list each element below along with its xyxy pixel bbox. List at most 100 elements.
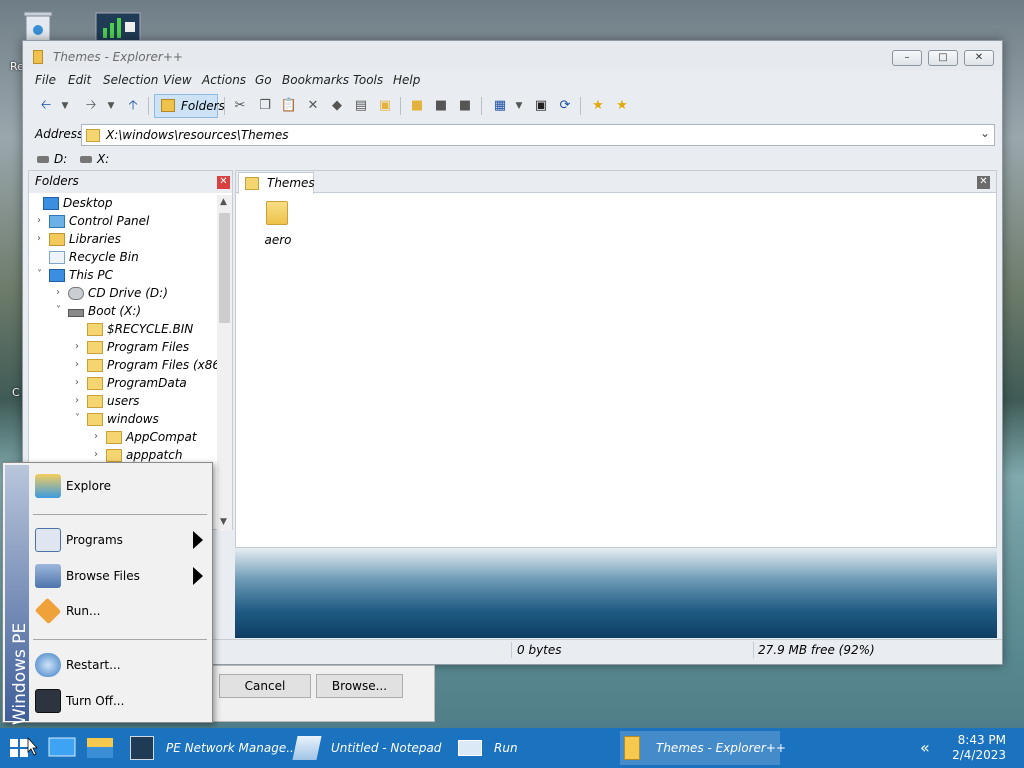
start-item-restart[interactable]: Restart... xyxy=(31,650,209,680)
quick-launch-explorer-icon[interactable] xyxy=(84,728,116,768)
tree-item-label: Program Files (x86) xyxy=(107,358,219,372)
delete-permanently-icon[interactable]: ◆ xyxy=(327,95,347,117)
folder-icon xyxy=(87,377,103,390)
folders-scrollbar[interactable]: ▲ ▼ xyxy=(217,195,232,531)
scroll-down-icon[interactable]: ▼ xyxy=(220,517,227,527)
cancel-button[interactable]: Cancel xyxy=(219,674,311,698)
tree-item-label: CD Drive (D:) xyxy=(88,286,168,300)
scrollbar-thumb[interactable] xyxy=(219,213,230,323)
chevron-right-icon[interactable]: › xyxy=(56,287,66,298)
chevron-right-icon[interactable]: › xyxy=(37,215,47,226)
drive-d-button[interactable]: D: xyxy=(54,152,67,166)
files-pane: Themes ✕ aero xyxy=(235,170,997,548)
forward-dropdown-icon[interactable]: ▼ xyxy=(105,95,117,117)
views-dropdown-icon[interactable]: ▼ xyxy=(513,95,525,117)
chevron-right-icon[interactable]: › xyxy=(37,233,47,244)
task-explorer[interactable]: Themes - Explorer++ xyxy=(620,731,786,765)
cut-icon[interactable]: ✂ xyxy=(230,95,250,117)
chevron-right-icon[interactable]: › xyxy=(94,431,104,442)
chevron-right-icon[interactable]: › xyxy=(75,395,85,406)
tree-item-label: AppCompat xyxy=(126,430,197,444)
menu-view[interactable]: View xyxy=(163,73,192,87)
menu-bookmarks[interactable]: Bookmarks xyxy=(282,73,349,87)
close-folders-pane-icon[interactable]: ✕ xyxy=(217,176,230,189)
drive-icon xyxy=(80,156,92,163)
task-run[interactable]: Run xyxy=(458,731,618,765)
new-folder-icon[interactable]: ■ xyxy=(407,95,427,117)
close-button[interactable]: ✕ xyxy=(964,50,994,66)
start-item-browse-files[interactable]: Browse Files xyxy=(31,561,209,591)
properties-icon[interactable]: ▤ xyxy=(351,95,371,117)
chevron-right-icon[interactable]: › xyxy=(75,359,85,370)
title-bar[interactable]: Themes - Explorer++ – □ ✕ xyxy=(23,41,1002,71)
tab-themes[interactable]: Themes xyxy=(238,172,315,194)
menu-help[interactable]: Help xyxy=(393,73,420,87)
chevron-down-icon[interactable]: ˅ xyxy=(37,269,47,280)
task-network-manager[interactable]: PE Network Manage... xyxy=(130,731,298,765)
start-item-turn-off[interactable]: Turn Off... xyxy=(31,686,209,716)
add-bookmark-icon[interactable]: ★ xyxy=(588,95,608,117)
run-dialog-icon xyxy=(458,740,482,756)
minimize-button[interactable]: – xyxy=(892,50,922,66)
network-manager-desktop-icon[interactable] xyxy=(95,12,141,42)
folders-toggle-button[interactable]: Folders xyxy=(154,94,225,118)
copy-icon[interactable]: ❐ xyxy=(255,95,275,117)
file-item-label: aero xyxy=(264,233,292,247)
file-item-aero[interactable]: aero xyxy=(256,201,300,251)
refresh-icon[interactable]: ⟳ xyxy=(555,95,575,117)
tray-overflow-icon[interactable]: « xyxy=(920,738,930,757)
start-item-explore[interactable]: Explore xyxy=(31,471,209,501)
toolbar-separator xyxy=(224,97,225,115)
menu-go[interactable]: Go xyxy=(255,73,272,87)
start-item-programs[interactable]: Programs xyxy=(31,525,209,555)
chevron-down-icon[interactable]: ˅ xyxy=(75,413,85,424)
paste-icon[interactable]: 📋 xyxy=(279,95,299,117)
start-menu-separator xyxy=(33,514,207,515)
menu-file[interactable]: File xyxy=(35,73,56,87)
browse-button[interactable]: Browse... xyxy=(316,674,403,698)
back-dropdown-icon[interactable]: ▼ xyxy=(59,95,71,117)
menu-edit[interactable]: Edit xyxy=(68,73,91,87)
delete-icon[interactable]: ✕ xyxy=(303,95,323,117)
task-label: Themes - Explorer++ xyxy=(656,741,786,755)
clock-time: 8:43 PM xyxy=(957,733,1006,747)
close-tab-icon[interactable]: ✕ xyxy=(977,176,990,189)
drives-bar: D: X: xyxy=(23,149,1002,169)
start-item-run[interactable]: Run... xyxy=(31,596,209,626)
task-label: Run xyxy=(494,741,518,755)
start-button[interactable] xyxy=(0,728,44,768)
menu-selection[interactable]: Selection xyxy=(103,73,158,87)
menu-tools[interactable]: Tools xyxy=(353,73,383,87)
restart-icon xyxy=(35,653,61,677)
tree-item-label: windows xyxy=(107,412,159,426)
status-separator xyxy=(511,642,512,658)
chevron-down-icon[interactable]: ˅ xyxy=(56,305,66,316)
recycle-bin-icon xyxy=(49,251,65,264)
views-icon[interactable]: ▦ xyxy=(490,95,510,117)
copy-to-folder-icon[interactable]: ▣ xyxy=(375,95,395,117)
scroll-up-icon[interactable]: ▲ xyxy=(220,197,227,207)
maximize-button[interactable]: □ xyxy=(928,50,958,66)
browse-files-icon xyxy=(35,564,61,588)
chevron-down-icon[interactable]: ⌄ xyxy=(980,126,990,140)
system-clock[interactable]: 8:43 PM 2/4/2023 xyxy=(952,733,1006,763)
address-bar: Address X:\windows\resources\Themes ⌄ xyxy=(23,122,1002,148)
quick-launch-desktop-icon[interactable] xyxy=(46,728,78,768)
back-arrow-icon[interactable]: 🡠 xyxy=(36,95,56,117)
chevron-right-icon[interactable]: › xyxy=(75,341,85,352)
task-notepad[interactable]: Untitled - Notepad xyxy=(292,731,455,765)
background-window-image xyxy=(235,548,997,638)
bookmarks-icon[interactable]: ★ xyxy=(612,95,632,117)
start-item-label: Explore xyxy=(66,479,112,493)
command-prompt-icon[interactable]: ▣ xyxy=(531,95,551,117)
chevron-right-icon[interactable]: › xyxy=(94,449,104,460)
drive-x-button[interactable]: X: xyxy=(97,152,109,166)
tree-item-label: $RECYCLE.BIN xyxy=(107,322,194,336)
address-field[interactable]: X:\windows\resources\Themes ⌄ xyxy=(81,124,995,146)
move-to-folder-icon[interactable]: ■ xyxy=(431,95,451,117)
menu-actions[interactable]: Actions xyxy=(202,73,246,87)
copy-folder-icon[interactable]: ■ xyxy=(455,95,475,117)
chevron-right-icon[interactable]: › xyxy=(75,377,85,388)
forward-arrow-icon[interactable]: 🡢 xyxy=(81,95,101,117)
up-arrow-icon[interactable]: 🡡 xyxy=(123,95,143,117)
